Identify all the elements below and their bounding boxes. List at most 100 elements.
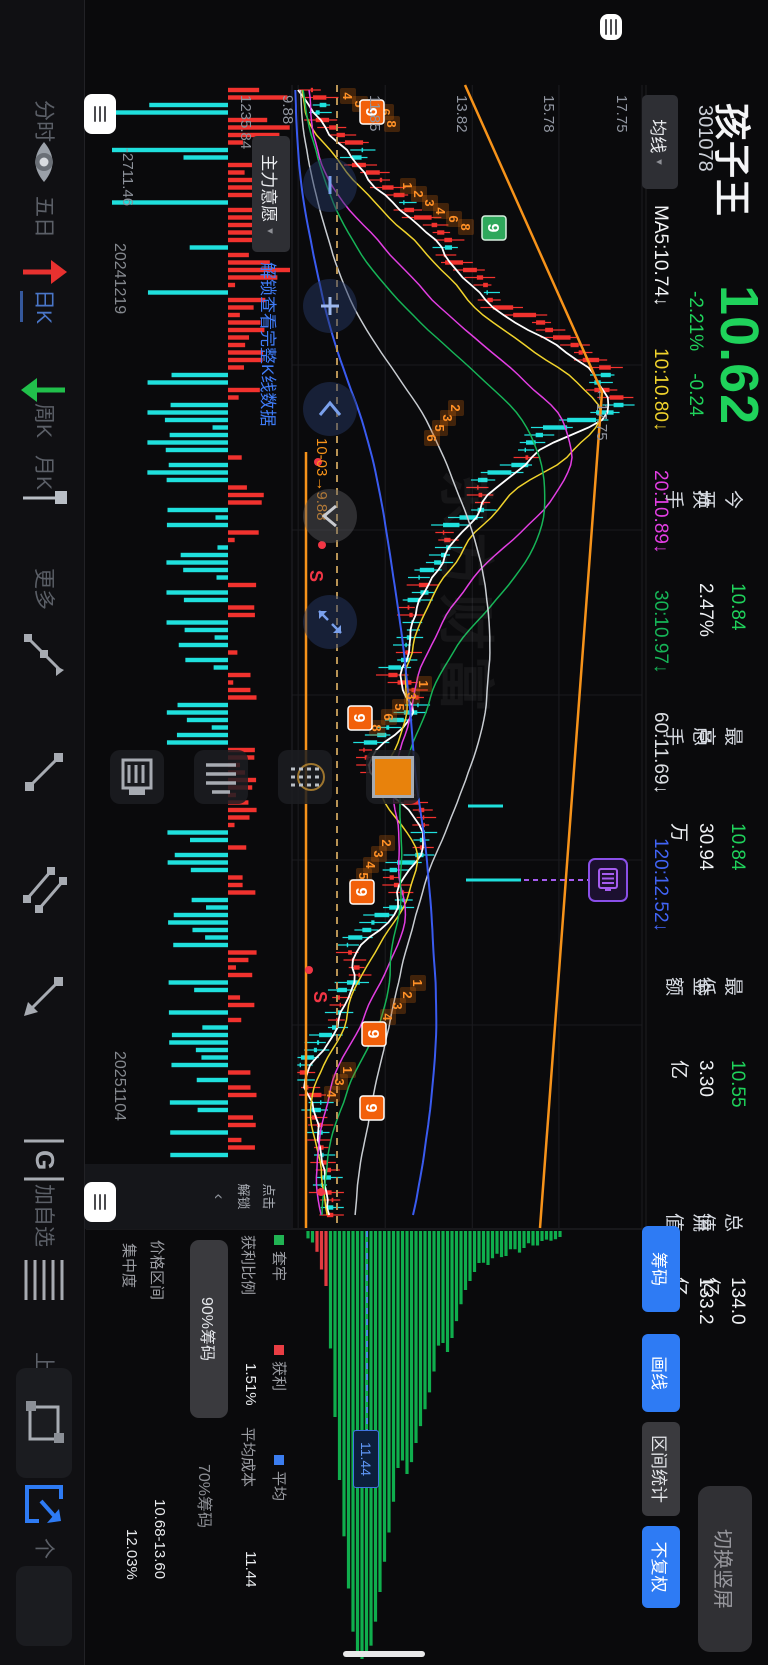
chip-marker-badge[interactable] — [588, 858, 628, 902]
export-icon[interactable] — [16, 1476, 72, 1532]
ma-value-label: MA5:10.74↓ — [650, 205, 671, 307]
stat-value: 30.94万 — [668, 823, 716, 871]
svg-text:9: 9 — [362, 1104, 379, 1113]
segment-icon[interactable] — [16, 744, 72, 800]
ma-value-label: 30:10.97↓ — [650, 590, 671, 674]
stock-code: 301078 — [694, 105, 716, 172]
svg-text:6: 6 — [424, 434, 439, 441]
change-value: -0.24 — [685, 373, 706, 417]
price-axis-label: 11.85 — [366, 95, 384, 132]
home-indicator[interactable] — [343, 1651, 425, 1657]
arrow-segment-icon[interactable] — [16, 968, 72, 1024]
sell-signal: S — [310, 991, 330, 1003]
svg-text:6: 6 — [381, 713, 396, 720]
line-style-dashed-button[interactable] — [278, 750, 332, 804]
drag-handle-left[interactable] — [84, 94, 116, 134]
indicator-selector-button[interactable]: 主力意愿 ▾ — [252, 136, 290, 252]
notes-icon — [121, 758, 153, 795]
ma-value-label: 20:10.89↓ — [650, 470, 671, 554]
svg-text:3: 3 — [390, 1002, 405, 1009]
line-style-icon — [287, 763, 325, 791]
minus-button[interactable] — [303, 158, 357, 212]
tab-更多[interactable]: 更多 — [30, 568, 60, 610]
svg-text:4: 4 — [324, 1090, 339, 1098]
ma-selector-label: 均线 — [648, 119, 668, 154]
price-range-value: 10.68-13.60 — [151, 1499, 168, 1580]
range-stats-button[interactable]: 区间统计 — [642, 1422, 680, 1516]
multi-lines-icon[interactable] — [16, 1252, 72, 1308]
svg-text:G: G — [30, 1150, 60, 1170]
empty-tile[interactable] — [16, 1566, 72, 1646]
notes-button[interactable] — [110, 750, 164, 804]
swatch-orange-button[interactable] — [366, 750, 420, 804]
grid — [86, 85, 647, 1230]
stat-value: 3.30亿 — [668, 1060, 716, 1097]
chips-button[interactable]: 筹码 — [642, 1226, 680, 1312]
price-axis-label: 17.75 — [613, 95, 630, 133]
chevron-down-button[interactable] — [303, 489, 357, 543]
svg-text:4: 4 — [380, 1013, 395, 1021]
switch-portrait-button[interactable]: 切换竖屏 — [698, 1486, 752, 1652]
ma-value-label: 120:12.52↓ — [650, 838, 671, 933]
profit-ratio-value: 1.51% — [242, 1363, 259, 1406]
price-axis-label: 13.82 — [453, 95, 471, 133]
chip-marker-icon — [598, 868, 618, 891]
svg-text:9: 9 — [350, 714, 367, 723]
price-axis-label: 9.88 — [279, 95, 297, 125]
flag-pin-icon[interactable] — [16, 470, 72, 526]
draw-button[interactable]: 画线 — [642, 1334, 680, 1412]
stock-price: 10.62 — [709, 285, 768, 426]
chip-90-button[interactable]: 90%筹码 — [190, 1240, 228, 1418]
columns-icon — [206, 763, 236, 794]
indicator-max-label: 1235.84 — [237, 95, 254, 150]
legend-label: 平均 — [270, 1471, 287, 1502]
avg-cost-value: 11.44 — [242, 1551, 259, 1588]
stat-value: 10.55 — [727, 1060, 748, 1108]
tab-加自选[interactable]: 加自选 — [30, 1184, 60, 1247]
tab-个[interactable]: 个 — [30, 1538, 60, 1559]
legend-swatch — [274, 1235, 285, 1245]
chip-distribution — [306, 1231, 562, 1659]
high-annotation: ←17.75 — [593, 388, 610, 441]
eye-icon[interactable] — [16, 134, 72, 190]
svg-text:2: 2 — [379, 839, 394, 846]
adjust-button[interactable]: 不复权 — [642, 1526, 680, 1608]
drag-handle-right[interactable] — [84, 1182, 116, 1222]
parallel-lines-icon[interactable] — [16, 862, 72, 918]
stat-value: 10.84 — [727, 583, 748, 631]
arrow-up-red-icon[interactable] — [16, 244, 72, 300]
tab-五日[interactable]: 五日 — [30, 196, 60, 238]
price-axis-label: 15.78 — [539, 95, 557, 133]
avg-cost-label: 平均成本 — [239, 1427, 256, 1488]
svg-text:2: 2 — [400, 991, 415, 998]
arrow-down-green-icon[interactable] — [16, 362, 72, 418]
rectangle-icon[interactable] — [16, 1368, 72, 1478]
ma-selector-button[interactable]: 均线 ▾ — [642, 95, 678, 189]
columns-button[interactable] — [194, 750, 248, 804]
svg-text:3: 3 — [404, 692, 419, 699]
chip-legend: 套牢 获利 平均 — [269, 1235, 290, 1501]
ray-arrow-icon[interactable] — [16, 626, 72, 682]
drag-handle-top-left[interactable] — [600, 14, 622, 40]
chevron-down-icon: ▾ — [264, 228, 277, 234]
change-pct: -2.21% — [685, 291, 706, 352]
concentration-value: 12.03% — [123, 1529, 140, 1580]
unlock-strip-line1: 点击 — [261, 1183, 276, 1210]
bottom-toolbar: 分时 五日 日K 周K 月K 更多 加自选上个 G — [0, 0, 85, 1665]
golden-section-icon[interactable]: G — [16, 1132, 72, 1188]
date-label-right: 20251104 — [111, 1051, 128, 1121]
stock-name: 孩子王 — [711, 103, 752, 217]
chip-70-button[interactable]: 70%筹码 — [194, 1464, 218, 1528]
app-watermark: 东方财富 — [434, 470, 497, 718]
svg-text:3: 3 — [332, 1078, 347, 1085]
legend-swatch — [274, 1345, 285, 1356]
collapse-button[interactable] — [303, 595, 357, 649]
stat-value: 10.84 — [727, 823, 748, 871]
plus-button[interactable] — [303, 279, 357, 333]
unlock-link[interactable]: 解锁查看完整K线数据 — [257, 262, 282, 426]
legend-item: 获利 — [269, 1345, 290, 1391]
indicator-min-label: -2711.46 — [119, 148, 136, 207]
ma-value-label: 60:11.69↓ — [650, 712, 671, 795]
legend-label: 获利 — [270, 1361, 287, 1392]
chevron-left-button[interactable] — [303, 382, 357, 436]
